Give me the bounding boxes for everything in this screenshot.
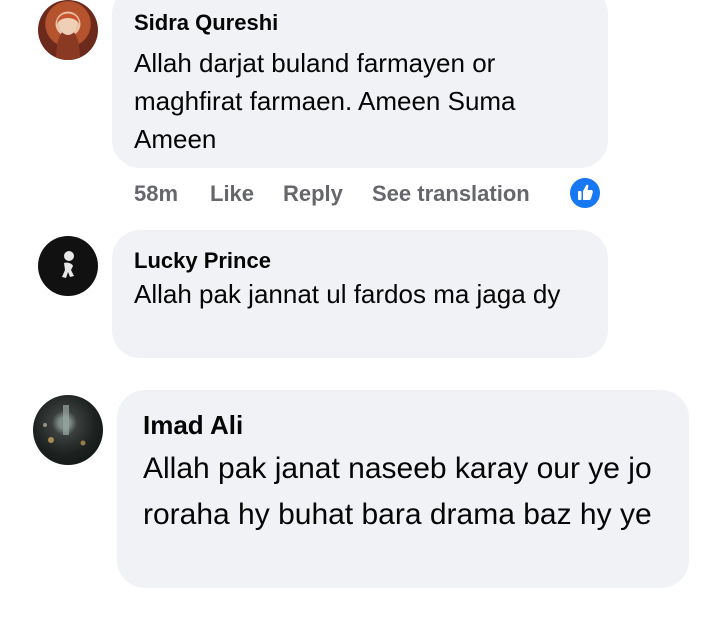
comment-author[interactable]: Imad Ali <box>143 410 663 440</box>
comments-screen: { "comments": [ { "author": "Sidra Qures… <box>0 0 722 617</box>
see-translation-button[interactable]: See translation <box>372 181 530 207</box>
night-scene-icon <box>43 405 86 446</box>
comment-text: Allah pak janat naseeb karay our ye jo r… <box>143 452 652 531</box>
avatar[interactable] <box>38 236 98 296</box>
thumbs-up-icon <box>578 184 593 200</box>
avatar[interactable] <box>33 395 103 465</box>
comment-text: Allah darjat buland farmayen or maghfira… <box>134 48 516 154</box>
reaction-badge[interactable] <box>568 176 602 210</box>
avatar[interactable] <box>38 0 98 60</box>
comment-bubble: Sidra Qureshi Allah darjat buland farmay… <box>112 0 608 168</box>
comment-text: Allah pak jannat ul fardos ma jaga dy <box>134 279 561 309</box>
comment-bubble: Lucky Prince Allah pak jannat ul fardos … <box>112 230 608 358</box>
comment-author[interactable]: Sidra Qureshi <box>134 10 586 36</box>
reply-button[interactable]: Reply <box>283 181 343 207</box>
comment-author[interactable]: Lucky Prince <box>134 248 586 274</box>
comment-bubble: Imad Ali Allah pak janat naseeb karay ou… <box>117 390 689 588</box>
figure-logo-icon <box>62 251 74 278</box>
comment-timestamp[interactable]: 58m <box>134 181 178 207</box>
like-button[interactable]: Like <box>210 181 254 207</box>
portrait-icon <box>56 13 80 60</box>
